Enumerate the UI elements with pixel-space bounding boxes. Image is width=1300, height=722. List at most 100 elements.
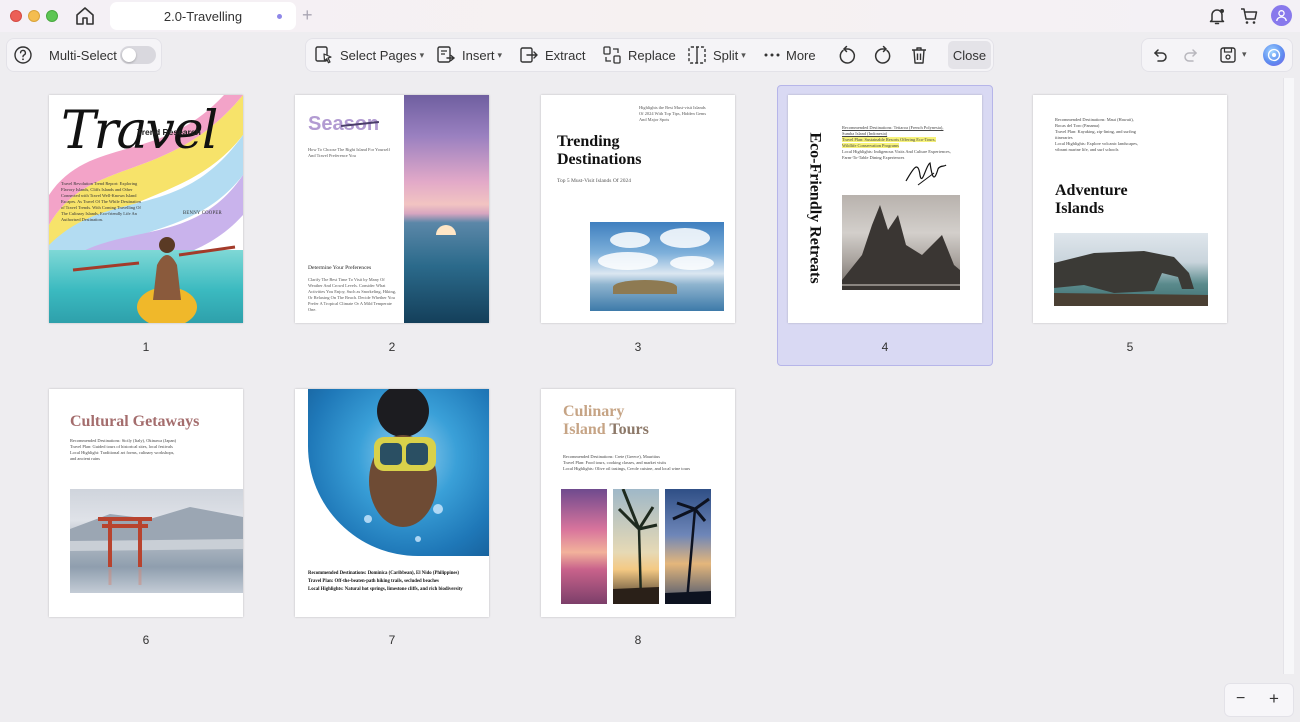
page-number-8: 8 — [634, 633, 642, 647]
user-avatar-icon[interactable] — [1271, 5, 1292, 26]
page-text: Recommended Destinations: Maui (Hawaii),… — [1055, 117, 1215, 153]
page-text: Recommended Destinations: Sicily (Italy)… — [70, 438, 235, 462]
page-title: Culinary Island Tours — [563, 403, 649, 439]
toggle-knob — [122, 48, 136, 62]
document-tab[interactable]: 2.0-Travelling — [110, 2, 296, 30]
chevron-down-icon[interactable]: ▾ — [1242, 49, 1247, 60]
page-number-6: 6 — [142, 633, 150, 647]
undo-icon[interactable] — [1150, 45, 1170, 65]
redo-icon[interactable] — [1181, 45, 1201, 65]
title-line-2: Destinations — [557, 151, 642, 168]
split-label: Split — [713, 47, 739, 63]
diver-image — [308, 389, 489, 556]
insert-icon — [437, 46, 456, 63]
add-tab-button[interactable]: + — [302, 6, 313, 24]
trash-icon[interactable] — [909, 45, 929, 65]
select-pages-icon — [315, 46, 332, 64]
title-line-1: Adventure — [1055, 182, 1128, 199]
rotate-left-icon[interactable] — [837, 45, 857, 65]
close-button[interactable]: Close — [948, 41, 991, 69]
cart-icon[interactable] — [1239, 6, 1259, 26]
torii-gate-image — [70, 489, 243, 593]
zoom-window-button[interactable] — [46, 10, 58, 22]
replace-button[interactable]: Replace — [602, 38, 676, 72]
page-thumbnail-4[interactable]: Eco-Friendly Retreats Recommended Destin… — [788, 95, 982, 323]
select-pages-label: Select Pages — [340, 47, 417, 63]
cover-subtitle: Trend Research — [137, 127, 201, 137]
insert-button[interactable]: Insert ▾ — [436, 38, 502, 72]
page-thumbnail-8[interactable]: Culinary Island Tours Recommended Destin… — [541, 389, 735, 617]
signature-drawing — [905, 162, 947, 186]
page-thumbnail-3[interactable]: Highlights the Best Must-visit Islands O… — [541, 95, 735, 323]
title-line-2: Island — [563, 421, 606, 438]
page-title: Adventure Islands — [1055, 182, 1128, 218]
rock-arch-image — [1054, 233, 1208, 306]
page-tools-toolbar: Select Pages ▾ Insert ▾ Extract Replace Sp… — [305, 38, 994, 72]
page-number-4: 4 — [881, 340, 889, 354]
multi-select-toggle[interactable] — [120, 46, 156, 64]
vertical-title: Eco-Friendly Retreats — [798, 125, 832, 290]
right-toolbar: ▾ — [1141, 38, 1293, 72]
cover-text: Travel Revolution Trend Report: Explorin… — [61, 181, 141, 222]
text-line: and ancient ruins — [70, 456, 100, 461]
text-line: Recommended Destinations: Dominica (Cari… — [308, 571, 459, 576]
page-number-3: 3 — [634, 340, 642, 354]
extract-button[interactable]: Extract — [519, 38, 585, 72]
extract-label: Extract — [545, 47, 586, 63]
split-button[interactable]: Split ▾ — [687, 38, 746, 72]
page-number-1: 1 — [142, 340, 150, 354]
page-number-7: 7 — [388, 633, 396, 647]
more-dots-icon — [764, 53, 780, 57]
page-thumbnail-2[interactable]: Season How To Choose The Right Island Fo… — [295, 95, 489, 323]
page-number-2: 2 — [388, 340, 396, 354]
zoom-in-button[interactable]: + — [1269, 689, 1279, 709]
sunset-sea-image — [404, 95, 489, 323]
page-text: Recommended Destinations: Crete (Greece)… — [563, 454, 733, 472]
chevron-down-icon: ▾ — [741, 49, 746, 60]
island-shape — [613, 280, 677, 294]
section-text: Clarify The Best Time To Visit by Many O… — [308, 277, 397, 312]
zoom-out-button[interactable]: − — [1236, 690, 1245, 708]
tab-title: 2.0-Travelling — [163, 8, 243, 24]
home-icon[interactable] — [74, 6, 96, 26]
highlighted-text: Travel Plan: Sustainable Resorts Offerin… — [842, 137, 936, 142]
text-line: vibrant marine life, and surf schools — [1055, 147, 1119, 152]
rotate-right-icon[interactable] — [873, 45, 893, 65]
zoom-control: − + — [1224, 683, 1294, 717]
page-subtitle: Top 5 Must-Visit Islands Of 2024 — [557, 178, 631, 184]
title-line-1: Culinary — [563, 403, 625, 420]
ai-assistant-icon[interactable] — [1263, 44, 1285, 66]
bell-icon[interactable] — [1207, 6, 1227, 26]
page-thumbnail-5[interactable]: Recommended Destinations: Maui (Hawaii),… — [1033, 95, 1227, 323]
text-line: Local Highlights: Natural hot springs, l… — [308, 587, 463, 592]
replace-label: Replace — [628, 47, 676, 63]
rocks-image — [842, 195, 960, 290]
page-text: Recommended Destinations: Tetiaroa (Fren… — [842, 125, 972, 161]
page-text: Recommended Destinations: Dominica (Cari… — [308, 570, 463, 594]
cover-author: BENNY COOPER — [183, 211, 222, 216]
close-window-button[interactable] — [10, 10, 22, 22]
text-line: Travel Plan: Off-the-beaten-path hiking … — [308, 579, 439, 584]
select-pages-button[interactable]: Select Pages ▾ — [314, 38, 424, 72]
chevron-down-icon: ▾ — [497, 49, 503, 60]
page-note: Highlights the Best Must-visit Islands O… — [639, 105, 707, 122]
insert-label: Insert — [462, 47, 495, 63]
island-image — [590, 222, 724, 311]
text-line: Local Highlights: Olive oil tastings, Cr… — [563, 466, 691, 471]
page-thumbnail-7[interactable]: Recommended Destinations: Dominica (Cari… — [295, 389, 489, 617]
page-number-5: 5 — [1126, 340, 1134, 354]
replace-icon — [603, 46, 621, 64]
page-intro: How To Choose The Right Island For Yours… — [308, 147, 390, 158]
page-thumbnail-6[interactable]: Cultural Getaways Recommended Destinatio… — [49, 389, 243, 617]
more-button[interactable]: More — [764, 38, 816, 72]
left-toolbar: Multi-Select — [6, 38, 162, 72]
title-bar: 2.0-Travelling + — [0, 0, 1300, 32]
save-icon[interactable] — [1218, 45, 1238, 65]
page-thumbnail-1[interactable]: Travel Trend Research Travel Revolution … — [49, 95, 243, 323]
extract-icon — [520, 47, 538, 63]
minimize-window-button[interactable] — [28, 10, 40, 22]
vertical-title-text: Eco-Friendly Retreats — [807, 131, 824, 284]
help-icon[interactable] — [13, 45, 33, 65]
title-line-1: Trending — [557, 133, 620, 150]
vertical-scrollbar[interactable] — [1283, 78, 1294, 674]
